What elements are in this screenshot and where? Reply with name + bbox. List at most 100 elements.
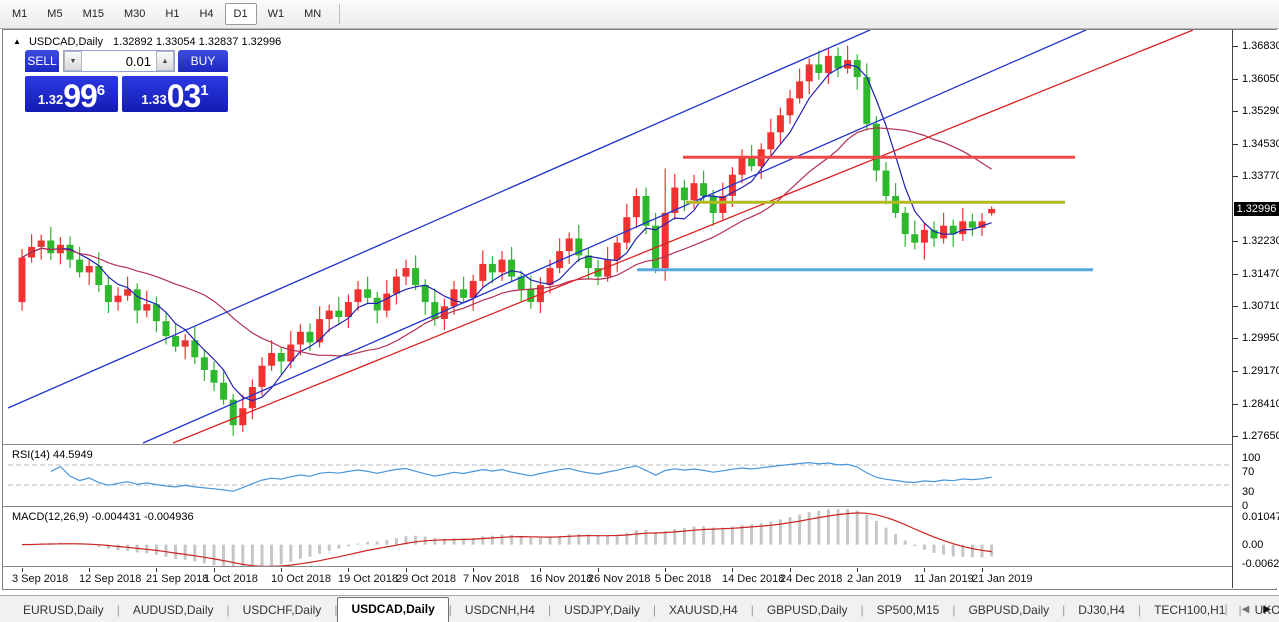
buy-price-pip: 1 <box>200 82 208 99</box>
candle-body <box>38 241 45 247</box>
chart-tab-xauusd-h4[interactable]: XAUUSD,H4 <box>656 600 751 622</box>
candle-body <box>815 64 822 73</box>
chart-tab-audusd-daily[interactable]: AUDUSD,Daily <box>120 600 227 622</box>
date-tick-label: 24 Dec 2018 <box>780 573 842 585</box>
rsi-scale-label: 30 <box>1242 486 1254 498</box>
collapse-triangle-icon[interactable]: ▲ <box>13 37 21 46</box>
price-tick-label: 1.36050 <box>1242 73 1279 85</box>
timeframe-button-m5[interactable]: M5 <box>38 3 71 25</box>
date-tick-label: 16 Nov 2018 <box>530 573 592 585</box>
candle-body <box>854 60 861 77</box>
candle-body <box>499 260 506 273</box>
tab-scroll-right-icon[interactable]: ▶ <box>1263 604 1271 615</box>
date-tick-mark <box>540 568 541 572</box>
sell-price-prefix: 1.32 <box>38 92 63 107</box>
timeframe-button-mn[interactable]: MN <box>295 3 330 25</box>
pane-splitter-rsi[interactable] <box>3 444 1277 446</box>
sell-price-main: 99 <box>63 81 97 111</box>
date-tick-mark <box>348 568 349 572</box>
chart-tab-usdchf-daily[interactable]: USDCHF,Daily <box>230 600 335 622</box>
buy-button[interactable]: BUY <box>178 50 228 72</box>
volume-value[interactable]: 0.01 <box>82 51 156 71</box>
timeframe-button-h1[interactable]: H1 <box>156 3 188 25</box>
chart-title: ▲ USDCAD,Daily 1.32892 1.33054 1.32837 1… <box>13 36 281 48</box>
tab-arrows-separator: | <box>1224 602 1227 616</box>
date-tick-label: 21 Jan 2019 <box>972 573 1033 585</box>
rsi-pane-canvas[interactable] <box>8 447 1232 505</box>
ma-fast-line <box>22 64 992 400</box>
candle-body <box>892 196 899 213</box>
timeframe-button-m30[interactable]: M30 <box>115 3 154 25</box>
candle-body <box>787 98 794 115</box>
volume-increase-button[interactable]: ▲ <box>156 51 174 71</box>
chart-tab-usdcnh-h4[interactable]: USDCNH,H4 <box>452 600 548 622</box>
one-click-trading-widget: SELL ▼ 0.01 ▲ BUY 1.32 99 6 1.33 03 1 <box>25 50 228 112</box>
candle-body <box>940 226 947 239</box>
sell-button[interactable]: SELL <box>25 50 59 72</box>
volume-decrease-button[interactable]: ▼ <box>64 51 82 71</box>
date-tick-mark <box>473 568 474 572</box>
toolbar-separator <box>339 4 340 24</box>
rsi-line <box>51 463 992 492</box>
price-tick-mark <box>1233 274 1238 275</box>
candle-body <box>739 158 746 175</box>
candle-body <box>326 311 333 320</box>
timeframe-button-m15[interactable]: M15 <box>74 3 113 25</box>
tab-scroll-arrows: | ◀ ▶ <box>1224 602 1271 616</box>
candle-body <box>393 277 400 294</box>
chart-tab-dj30-h4[interactable]: DJ30,H4 <box>1065 600 1138 622</box>
candle-body <box>182 340 189 346</box>
chart-tab-usdjpy-daily[interactable]: USDJPY,Daily <box>551 600 653 622</box>
date-tick-label: 29 Oct 2018 <box>396 573 456 585</box>
price-tick-mark <box>1233 436 1238 437</box>
sell-price-box[interactable]: 1.32 99 6 <box>25 76 118 112</box>
candle-body <box>710 196 717 213</box>
date-axis[interactable]: 3 Sep 201812 Sep 201821 Sep 20181 Oct 20… <box>8 568 1232 588</box>
candle-body <box>316 319 323 342</box>
chart-tab-gbpusd-daily[interactable]: GBPUSD,Daily <box>754 600 861 622</box>
date-tick-label: 5 Dec 2018 <box>655 573 711 585</box>
candle-body <box>873 124 880 171</box>
tab-scroll-left-icon[interactable]: ◀ <box>1242 604 1250 615</box>
timeframe-button-h4[interactable]: H4 <box>190 3 222 25</box>
candle-body <box>249 387 256 408</box>
pane-splitter-macd[interactable] <box>3 506 1277 508</box>
ohlc-values: 1.32892 1.33054 1.32837 1.32996 <box>113 36 281 48</box>
candle-body <box>19 258 26 303</box>
date-tick-mark <box>665 568 666 572</box>
price-tick-mark <box>1233 306 1238 307</box>
candle-body <box>143 304 150 310</box>
current-price-tag: 1.32996 <box>1234 202 1279 216</box>
candle-body <box>508 260 515 277</box>
candle-body <box>662 213 669 268</box>
price-tick-mark <box>1233 46 1238 47</box>
candle-body <box>105 285 112 302</box>
chart-tab-eurusd-daily[interactable]: EURUSD,Daily <box>10 600 117 622</box>
date-tick-mark <box>982 568 983 572</box>
candle-body <box>489 264 496 273</box>
price-axis[interactable]: 1.368301.360501.352901.345301.337701.322… <box>1233 30 1279 588</box>
candle-body <box>959 221 966 234</box>
candle-body <box>268 353 275 366</box>
candle-body <box>412 268 419 285</box>
candle-body <box>211 370 218 383</box>
timeframe-button-m1[interactable]: M1 <box>3 3 36 25</box>
chart-tab-sp500-m15[interactable]: SP500,M15 <box>864 600 953 622</box>
chart-tab-usdcad-daily[interactable]: USDCAD,Daily <box>337 597 448 622</box>
timeframe-button-w1[interactable]: W1 <box>259 3 294 25</box>
candle-body <box>259 366 266 387</box>
buy-price-box[interactable]: 1.33 03 1 <box>122 76 228 112</box>
chart-tab-bar: EURUSD,Daily|AUDUSD,Daily|USDCHF,Daily|U… <box>0 595 1279 622</box>
price-tick-label: 1.31470 <box>1242 268 1279 280</box>
price-tick-label: 1.30710 <box>1242 300 1279 312</box>
candle-body <box>806 64 813 81</box>
candle-body <box>67 245 74 260</box>
timeframe-button-d1[interactable]: D1 <box>225 3 257 25</box>
price-tick-label: 1.35290 <box>1242 105 1279 117</box>
candle-body <box>681 188 688 201</box>
candle-body <box>614 243 621 260</box>
price-tick-mark <box>1233 176 1238 177</box>
chart-tab-gbpusd-daily[interactable]: GBPUSD,Daily <box>955 600 1062 622</box>
candle-body <box>883 171 890 197</box>
candle-body <box>364 289 371 298</box>
